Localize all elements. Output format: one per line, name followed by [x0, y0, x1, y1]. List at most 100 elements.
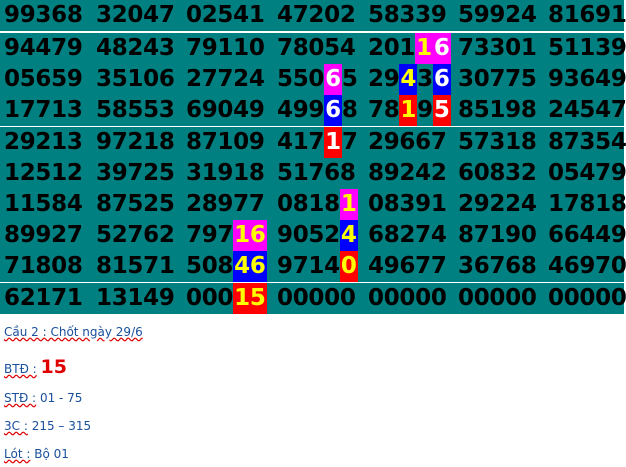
grid-number: 68274	[368, 222, 447, 248]
highlighted-digits: 1	[324, 127, 342, 158]
grid-number: 99368	[4, 2, 83, 28]
grid-number: 87354	[548, 129, 626, 155]
highlighted-digits: 4	[399, 64, 418, 95]
grid-number: 87109	[186, 129, 265, 155]
grid-number: 60832	[458, 160, 537, 186]
grid-number: 49968	[277, 95, 358, 126]
grid-number: 00000	[458, 285, 537, 311]
grid-number: 05479	[548, 160, 626, 186]
grid-number: 08391	[368, 191, 447, 217]
grid-number: 87190	[458, 222, 537, 248]
grid-number: 73301	[458, 35, 537, 61]
grid-number: 05659	[4, 66, 83, 92]
highlighted-digits: 0	[339, 251, 358, 282]
grid-number: 29667	[368, 129, 447, 155]
grid-number: 85198	[458, 97, 537, 123]
std-note: STĐ : 01 - 75	[4, 391, 82, 405]
grid-number: 20116	[368, 33, 451, 64]
grid-number: 48243	[96, 35, 175, 61]
grid-number: 59924	[458, 2, 537, 28]
grid-row: 17713 58553 69049 49968 78195 85198 24547	[0, 95, 626, 126]
cau-note: Cầu 2 : Chốt ngày 29/6	[4, 325, 143, 339]
grid-row: 62171 13149 00015 00000 00000 00000 00000	[0, 283, 626, 314]
grid-number: 58339	[368, 2, 447, 28]
grid-number: 78195	[368, 95, 451, 126]
grid-number: 58553	[96, 97, 175, 123]
grid-row: 11584 87525 28977 08181 08391 29224 17818	[0, 189, 626, 220]
grid-number: 97218	[96, 129, 175, 155]
grid-number: 30775	[458, 66, 537, 92]
grid-number: 69049	[186, 97, 265, 123]
grid-number: 52762	[96, 222, 175, 248]
highlighted-digits: 1	[399, 95, 418, 126]
grid-number: 24547	[548, 97, 626, 123]
lot-label: Lót :	[4, 447, 31, 461]
highlighted-digits: 16	[233, 220, 267, 251]
grid-number: 89242	[368, 160, 447, 186]
grid-number: 78054	[277, 35, 356, 61]
grid-number: 90524	[277, 220, 358, 251]
grid-number: 35106	[96, 66, 175, 92]
grid-number: 62171	[4, 285, 83, 311]
highlighted-digits: 1	[339, 189, 358, 220]
grid-number: 97140	[277, 251, 358, 282]
grid-number: 57318	[458, 129, 537, 155]
grid-number: 36768	[458, 253, 537, 279]
grid-row: 71808 81571 50846 97140 49677 36768 46970	[0, 251, 626, 282]
highlighted-digits: 6	[324, 64, 342, 95]
grid-number: 13149	[96, 285, 175, 311]
grid-number: 00000	[368, 285, 447, 311]
grid-row: 94479 48243 79110 78054 20116 73301 51139	[0, 33, 626, 64]
grid-number: 32047	[96, 2, 175, 28]
grid-number: 79716	[186, 220, 267, 251]
grid-row: 99368 32047 02541 47202 58339 59924 81691	[0, 0, 626, 31]
grid-number: 47202	[277, 2, 356, 28]
grid-number: 51768	[277, 160, 356, 186]
lot-note: Lót : Bộ 01	[4, 447, 69, 461]
grid-number: 29224	[458, 191, 537, 217]
grid-number: 31918	[186, 160, 265, 186]
grid-number: 39725	[96, 160, 175, 186]
grid-number: 02541	[186, 2, 265, 28]
highlighted-digits: 5	[432, 95, 451, 126]
grid-number: 94479	[4, 35, 83, 61]
grid-number: 12512	[4, 160, 83, 186]
highlighted-digits: 46	[233, 251, 267, 282]
grid-row: 89927 52762 79716 90524 68274 87190 66449	[0, 220, 626, 251]
grid-number: 41717	[277, 127, 358, 158]
lot-value: Bộ 01	[34, 447, 69, 461]
grid-row: 05659 35106 27724 55065 29436 30775 93649	[0, 64, 626, 95]
grid-number: 17818	[548, 191, 626, 217]
grid-row: 12512 39725 31918 51768 89242 60832 05479	[0, 158, 626, 189]
grid-number: 27724	[186, 66, 265, 92]
highlighted-digits: 1	[415, 33, 433, 64]
grid-number: 49677	[368, 253, 447, 279]
highlighted-digits: 6	[432, 64, 451, 95]
grid-number: 00000	[548, 285, 626, 311]
grid-number: 46970	[548, 253, 626, 279]
highlighted-digits: 15	[233, 283, 267, 314]
btd-label: BTĐ :	[4, 362, 37, 376]
std-label: STĐ :	[4, 391, 37, 405]
grid-number: 50846	[186, 251, 267, 282]
grid-number: 81571	[96, 253, 175, 279]
highlighted-digits: 4	[339, 220, 358, 251]
grid-number: 11584	[4, 191, 83, 217]
3c-note: 3C : 215 – 315	[4, 419, 91, 433]
grid-row: 29213 97218 87109 41717 29667 57318 87354	[0, 127, 626, 158]
highlighted-digits: 6	[432, 33, 451, 64]
grid-number: 17713	[4, 97, 83, 123]
grid-number: 93649	[548, 66, 626, 92]
cau-label: Cầu 2 : Chốt ngày 29/6	[4, 325, 143, 339]
grid-number: 00015	[186, 283, 267, 314]
grid-number: 29213	[4, 129, 83, 155]
grid-number: 87525	[96, 191, 175, 217]
std-value: 01 - 75	[39, 391, 83, 405]
btd-value: 15	[40, 356, 67, 378]
grid-number: 29436	[368, 64, 451, 95]
btd-note: BTĐ : 15	[4, 356, 67, 378]
grid-number: 51139	[548, 35, 626, 61]
3c-label: 3C :	[4, 419, 28, 433]
grid-number: 00000	[277, 285, 356, 311]
grid-number: 55065	[277, 64, 358, 95]
